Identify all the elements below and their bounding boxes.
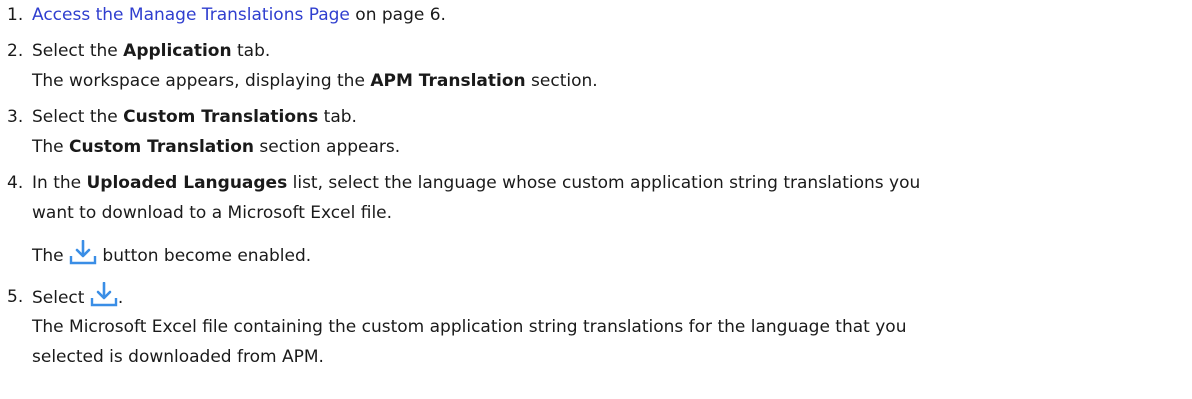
step-2: 2. Select the Application tab. The works…	[0, 36, 1192, 96]
step-5-instruction: Select .	[32, 281, 1192, 312]
step-number: 2.	[7, 41, 24, 61]
custom-translation-section-name: Custom Translation	[69, 137, 255, 157]
step-number: 3.	[7, 107, 24, 127]
download-icon	[69, 239, 97, 266]
step-number: 4.	[7, 173, 24, 193]
step-3-result: The Custom Translation section appears.	[32, 137, 401, 157]
step-number: 1.	[7, 5, 24, 25]
page-reference: on page 6.	[349, 5, 446, 25]
step-4-instruction-continued: want to download to a Microsoft Excel fi…	[32, 203, 393, 223]
step-1-text: Access the Manage Translations Page on p…	[32, 0, 1192, 30]
application-tab-name: Application	[123, 41, 232, 61]
uploaded-languages-list-name: Uploaded Languages	[86, 173, 288, 193]
step-5: 5. Select . The Microsoft Excel file con…	[0, 281, 1192, 372]
step-4-result: The button become enabled.	[32, 239, 1192, 270]
step-5-result-continued: selected is downloaded from APM.	[32, 347, 324, 367]
procedure-steps: 1. Access the Manage Translations Page o…	[0, 0, 1192, 372]
step-3: 3. Select the Custom Translations tab. T…	[0, 102, 1192, 162]
step-4: 4. In the Uploaded Languages list, selec…	[0, 168, 1192, 270]
step-3-instruction: Select the Custom Translations tab.	[32, 107, 357, 127]
custom-translations-tab-name: Custom Translations	[123, 107, 319, 127]
apm-translation-section-name: APM Translation	[370, 71, 526, 91]
step-5-result: The Microsoft Excel file containing the …	[32, 317, 907, 337]
step-2-instruction: Select the Application tab.	[32, 41, 271, 61]
manage-translations-link[interactable]: Access the Manage Translations Page	[32, 5, 350, 25]
step-1: 1. Access the Manage Translations Page o…	[0, 0, 1192, 30]
step-4-instruction: In the Uploaded Languages list, select t…	[32, 173, 921, 193]
step-number: 5.	[7, 287, 24, 307]
step-2-result: The workspace appears, displaying the AP…	[32, 71, 598, 91]
download-icon	[90, 281, 118, 308]
